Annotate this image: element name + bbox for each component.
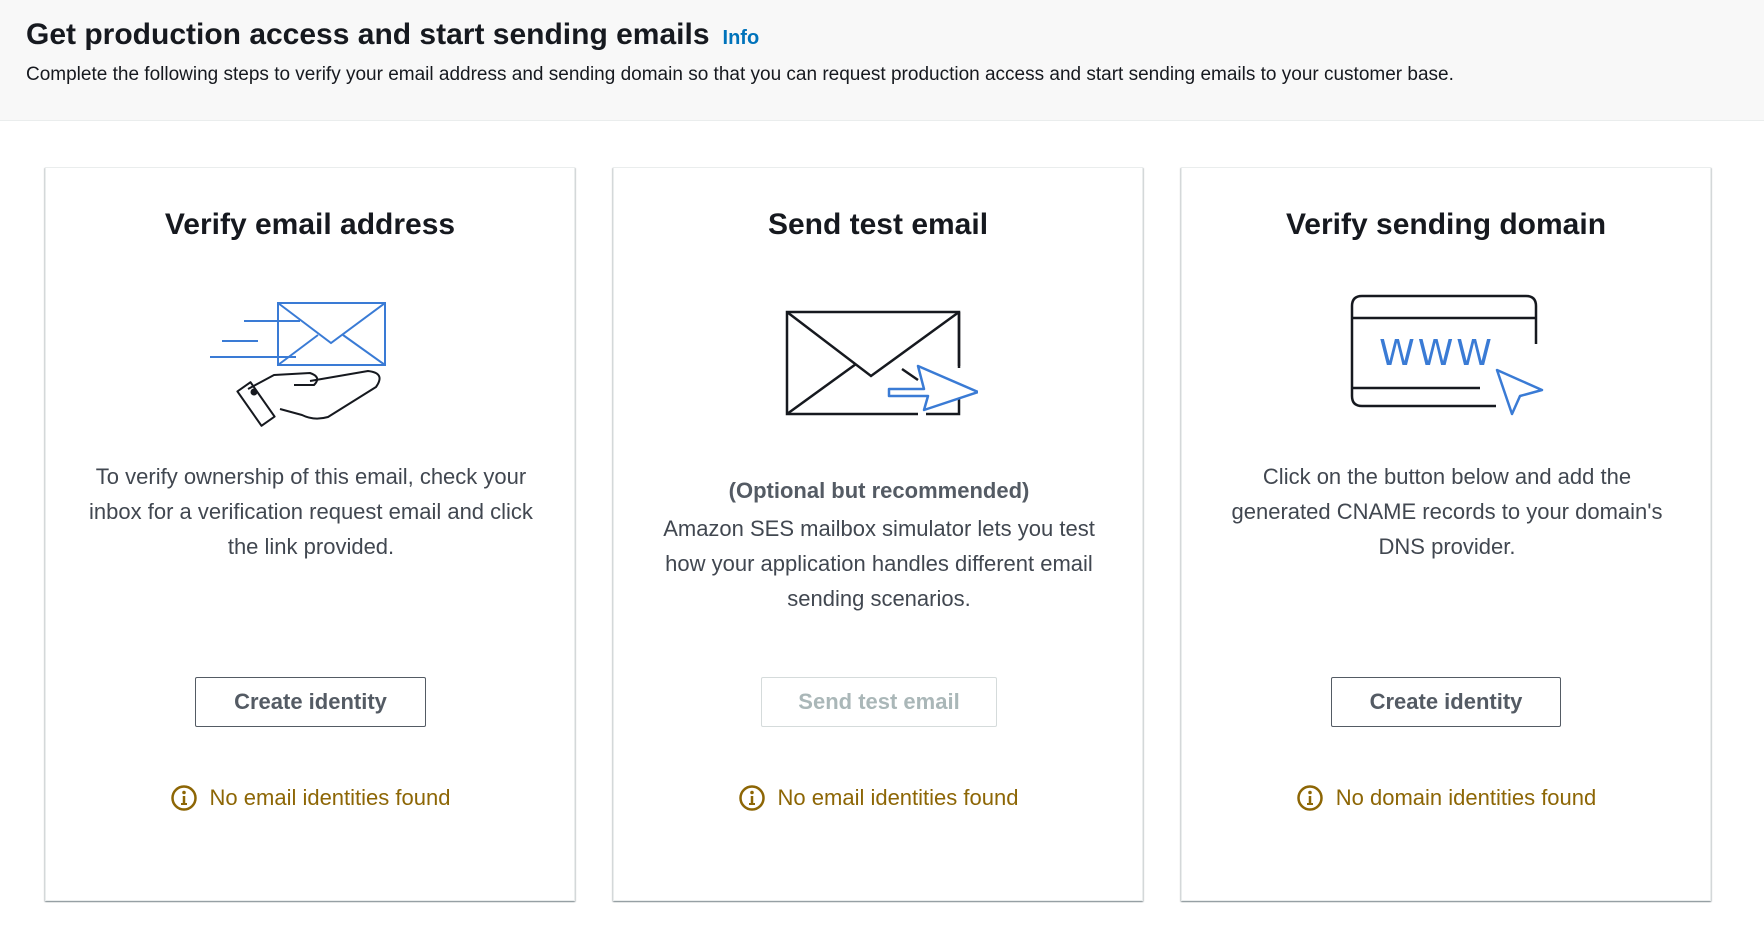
browser-www-icon: WWW [1182,292,1710,422]
page-header: Get production access and start sending … [0,0,1764,121]
info-status-icon [170,784,198,812]
card-description: Amazon SES mailbox simulator lets you te… [663,516,1095,611]
www-illustration-text: WWW [1379,333,1495,374]
card-description: Click on the button below and add the ge… [1231,464,1663,559]
send-test-email-button[interactable]: Send test email [761,677,997,727]
page-description: Complete the following steps to verify y… [26,64,1454,85]
verify-email-card: Verify email address To verify ownership… [45,167,575,901]
status-text: No email identities found [209,785,451,810]
create-identity-button[interactable]: Create identity [195,677,426,727]
info-status-icon [1296,784,1324,812]
status-message: No email identities found [614,784,1142,812]
status-message: No email identities found [46,784,574,812]
header-title-row: Get production access and start sending … [26,18,759,52]
create-identity-button[interactable]: Create identity [1331,677,1561,727]
info-link[interactable]: Info [723,27,760,50]
send-test-email-card: Send test email (Optional but recommende… [613,167,1143,901]
card-description: To verify ownership of this email, check… [89,464,533,559]
page-title: Get production access and start sending … [26,18,710,51]
card-title: Send test email [767,208,989,241]
envelope-arrow-icon [614,306,1142,416]
card-subtitle: (Optional but recommended) [728,478,1030,503]
verify-domain-card: Verify sending domain WWW Click on the b… [1181,167,1711,901]
status-message: No domain identities found [1182,784,1710,812]
card-title: Verify email address [164,208,456,241]
envelope-hand-icon [46,293,574,433]
status-text: No email identities found [777,785,1019,810]
card-title: Verify sending domain [1285,208,1607,241]
info-status-icon [738,784,766,812]
status-text: No domain identities found [1335,785,1597,810]
